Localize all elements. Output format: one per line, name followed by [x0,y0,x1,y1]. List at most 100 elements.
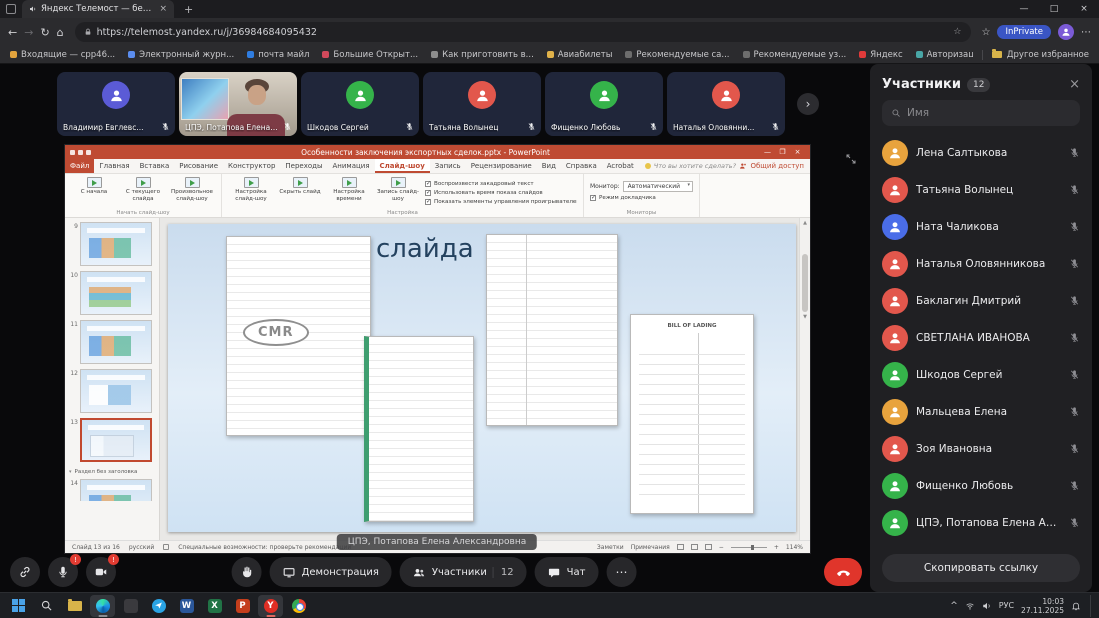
scroll-up-icon[interactable]: ▲ [803,220,807,226]
ribbon-button[interactable]: Произвольное слайд-шоу [169,177,215,208]
ppt-tab[interactable]: Справка [561,159,602,173]
ppt-tab[interactable]: Рисование [174,159,223,173]
participant-row[interactable]: Зоя Ивановна [870,430,1092,467]
invite-link-button[interactable] [10,557,40,587]
ppt-tab[interactable]: Переходы [280,159,327,173]
participant-row[interactable]: Лена Салтыкова [870,134,1092,171]
ribbon-button[interactable]: Настройка слайд-шоу [228,177,274,208]
slide-thumbnail[interactable]: 14 [65,479,157,501]
participant-row[interactable]: Мальцева Елена [870,393,1092,430]
word-button[interactable]: W [174,595,199,617]
back-button[interactable]: ← [8,26,17,39]
scroll-down-icon[interactable]: ▼ [803,314,807,320]
slide-thumbnail[interactable]: 9 [65,222,157,266]
address-bar[interactable]: https://telemost.yandex.ru/j/36984684095… [75,22,971,42]
mic-muted-icon[interactable] [1069,480,1080,491]
participant-row[interactable]: СВЕТЛАНА ИВАНОВА [870,319,1092,356]
share-button[interactable]: Общий доступ [739,162,804,170]
ppt-close-button[interactable]: × [790,145,805,159]
forward-button[interactable]: → [24,26,33,39]
slideshow-view-icon[interactable] [705,544,712,550]
mic-muted-icon[interactable] [1069,258,1080,269]
zoom-out-icon[interactable]: − [719,544,724,551]
ppt-tab[interactable]: Вид [537,159,561,173]
participant-tile[interactable]: Шкодов Сергей [301,72,419,136]
copy-link-button[interactable]: Скопировать ссылку [882,554,1080,582]
mic-muted-icon[interactable] [1069,332,1080,343]
more-tiles-button[interactable]: › [797,93,819,115]
slide-scrollbar[interactable]: ▲ ▼ [799,218,810,540]
comments-button[interactable]: Примечания [631,544,670,551]
ribbon-button[interactable]: С текущего слайда [120,177,166,208]
bookmark-item[interactable]: Электронный журн... [128,50,234,60]
bookmark-item[interactable]: Авиабилеты [547,50,613,60]
excel-button[interactable]: X [202,595,227,617]
ppt-tab[interactable]: Слайд-шоу [375,159,430,173]
other-favorites-button[interactable]: Другое избранное [982,50,1089,60]
close-button[interactable]: × [1069,0,1099,18]
browser-tab[interactable]: Яндекс Телемост — беспла... × [22,0,174,18]
yandex-browser-button[interactable]: Y [258,595,283,617]
camera-button[interactable]: ! [86,557,116,587]
start-button[interactable] [6,595,31,617]
monitor-select[interactable]: Автоматический▾ [623,181,693,192]
ppt-tab[interactable]: Acrobat [602,159,639,173]
ppt-tab[interactable]: Анимация [328,159,375,173]
mic-muted-icon[interactable] [1069,147,1080,158]
tab-actions-icon[interactable] [6,4,16,14]
ribbon-button[interactable]: Скрыть слайд [277,177,323,208]
participant-tile[interactable]: Наталья Оловянни... [667,72,785,136]
participant-row[interactable]: Ната Чаликова [870,208,1092,245]
ribbon-button[interactable]: С начала [71,177,117,208]
tab-audio-icon[interactable] [29,5,37,13]
mic-muted-icon[interactable] [1069,295,1080,306]
scrollbar-thumb[interactable] [802,254,808,312]
undo-icon[interactable] [78,150,83,155]
more-options-button[interactable]: ⋯ [606,557,636,587]
bookmark-item[interactable]: Как приготовить в... [431,50,534,60]
participant-row[interactable]: Фищенко Любовь [870,467,1092,504]
bookmark-item[interactable]: Рекомендуемые са... [625,50,729,60]
slide-thumbnail[interactable]: 10 [65,271,157,315]
volume-icon[interactable] [982,601,992,611]
zoom-knob[interactable] [751,545,754,550]
participant-row[interactable]: Баклагин Дмитрий [870,282,1092,319]
ribbon-checkbox[interactable]: Показать элементы управления проигрывате… [425,199,577,205]
sorter-view-icon[interactable] [691,544,698,550]
mic-muted-icon[interactable] [1069,406,1080,417]
expand-share-icon[interactable] [845,153,857,165]
mic-muted-icon[interactable] [1069,221,1080,232]
mic-muted-icon[interactable] [1069,517,1080,528]
slide-thumbnail[interactable]: 13 [65,418,157,462]
minimize-button[interactable]: — [1009,0,1039,18]
participant-row[interactable]: ЦПЭ, Потапова Елена Алекса... [870,504,1092,541]
participant-row[interactable]: Татьяна Волынец [870,171,1092,208]
raise-hand-button[interactable] [232,557,262,587]
notifications-icon[interactable] [1071,601,1081,611]
microphone-button[interactable]: ! [48,557,78,587]
zoom-slider[interactable] [731,547,767,548]
show-desktop-button[interactable] [1090,595,1093,617]
mic-muted-icon[interactable] [1069,369,1080,380]
language-indicator[interactable]: РУС [999,601,1014,610]
file-explorer-button[interactable] [62,595,87,617]
wifi-icon[interactable] [965,601,975,611]
slide-thumbnail[interactable]: 11 [65,320,157,364]
telegram-button[interactable] [146,595,171,617]
bookmark-item[interactable]: Входящие — срр46... [10,50,115,60]
ppt-tab[interactable]: Вставка [135,159,175,173]
profile-avatar[interactable] [1058,24,1074,40]
notes-button[interactable]: Заметки [597,544,624,551]
mic-muted-icon[interactable] [1069,184,1080,195]
tab-close-icon[interactable]: × [159,4,167,14]
hidden-icons-chevron[interactable]: ^ [950,601,958,611]
redo-icon[interactable] [86,150,91,155]
refresh-button[interactable]: ↻ [40,26,49,39]
presenter-checkbox[interactable]: Режим докладчика [590,195,693,201]
accessibility-status[interactable]: Специальные возможности: проверьте реком… [178,544,351,551]
taskbar-search-button[interactable] [34,595,59,617]
new-tab-button[interactable]: + [184,3,193,16]
close-panel-icon[interactable]: × [1069,77,1080,92]
ppt-tab[interactable]: Главная [94,159,134,173]
bookmark-item[interactable]: Большие Открыт... [322,50,418,60]
